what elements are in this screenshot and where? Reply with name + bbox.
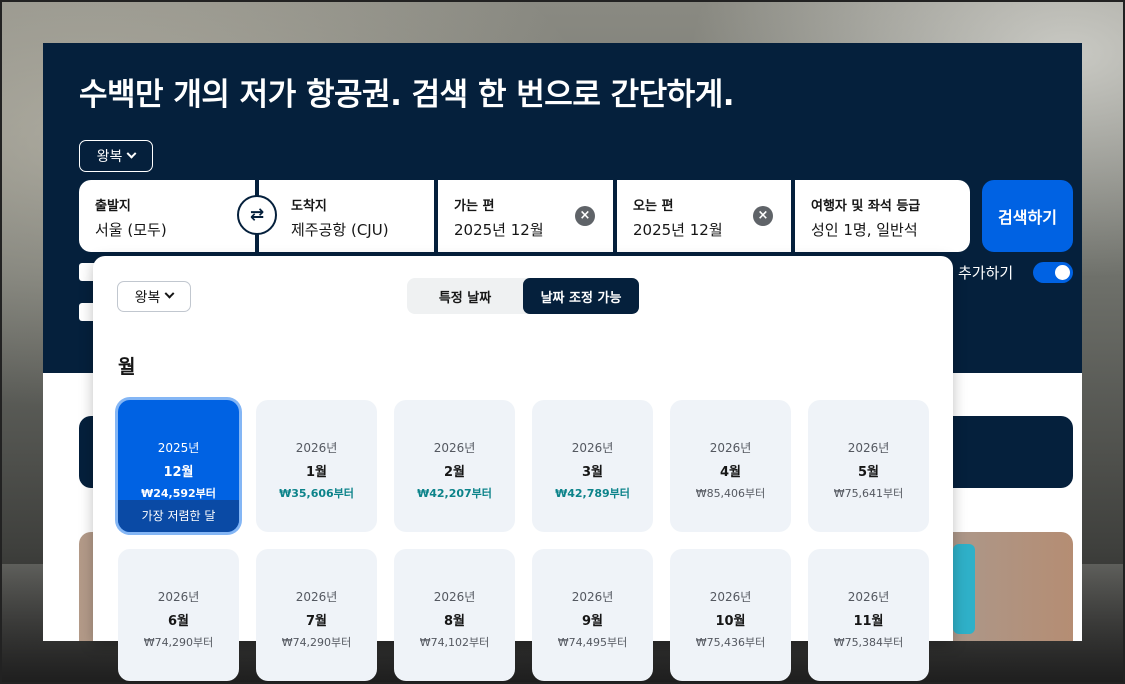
month-card[interactable]: 2026년 8월 ₩74,102부터 [394,549,515,681]
month-card-month: 11월 [853,614,884,629]
add-option-label: 추가하기 [958,264,1014,282]
swap-button[interactable]: ⇄ [237,195,277,235]
destination-label: 도착지 [291,199,327,214]
month-card-year: 2026년 [295,590,338,604]
month-card[interactable]: 2026년 10월 ₩75,436부터 [670,549,791,681]
origin-value: 서울 (모두) [95,221,167,239]
origin-field[interactable]: 출발지 서울 (모두) [79,180,255,252]
month-card-year: 2026년 [709,590,752,604]
cheapest-month-badge: 가장 저렴한 달 [118,500,239,532]
swap-arrows-icon: ⇄ [249,205,265,225]
return-value: 2025년 12월 [633,221,723,239]
date-mode-tabs: 특정 날짜 날짜 조정 가능 [407,278,639,314]
month-card-price: ₩74,495부터 [557,636,628,649]
month-card-month: 3월 [581,465,603,480]
month-card[interactable]: 2026년 3월 ₩42,789부터 [532,400,653,532]
destination-field[interactable]: 도착지 제주공항 (CJU) [259,180,434,252]
month-card-month: 7월 [305,614,327,629]
return-date-field[interactable]: 오는 편 2025년 12월 × [617,180,791,252]
picker-trip-type-label: 왕복 [134,289,161,306]
trip-type-label: 왕복 [96,149,123,165]
month-card-year: 2025년 [157,441,200,455]
month-card-year: 2026년 [709,441,752,455]
month-card-price: ₩75,384부터 [833,636,904,649]
month-card-month: 9월 [581,614,603,629]
chevron-down-icon [126,148,137,159]
close-circle-icon[interactable]: × [575,206,595,226]
month-card-month: 12월 [163,465,194,480]
month-card[interactable]: 2026년 9월 ₩74,495부터 [532,549,653,681]
month-card-year: 2026년 [847,441,890,455]
promo-image-detail [953,544,975,634]
month-card-year: 2026년 [571,441,614,455]
tab-specific-date[interactable]: 특정 날짜 [407,278,523,314]
month-card-month: 1월 [305,465,327,480]
month-card[interactable]: 2026년 1월 ₩35,606부터 [256,400,377,532]
destination-value: 제주공항 (CJU) [291,221,389,239]
travellers-field[interactable]: 여행자 및 좌석 등급 성인 1명, 일반석 [795,180,970,252]
depart-date-field[interactable]: 가는 편 2025년 12월 × [438,180,613,252]
month-card[interactable]: 2026년 4월 ₩85,406부터 [670,400,791,532]
month-card-month: 6월 [167,614,189,629]
month-card-price: ₩74,290부터 [143,636,214,649]
month-card-price: ₩75,641부터 [833,487,904,500]
month-card-month: 4월 [719,465,741,480]
trip-type-dropdown[interactable]: 왕복 [79,140,153,172]
month-card-year: 2026년 [433,590,476,604]
close-circle-icon[interactable]: × [753,206,773,226]
month-card-year: 2026년 [157,590,200,604]
month-card-year: 2026년 [295,441,338,455]
month-card-price: ₩75,436부터 [695,636,766,649]
month-card-price: ₩42,789부터 [555,487,630,500]
month-section-title: 월 [118,356,136,378]
travellers-label: 여행자 및 좌석 등급 [811,199,921,214]
month-card[interactable]: 2025년 12월 ₩24,592부터 가장 저렴한 달 [118,400,239,532]
month-card[interactable]: 2026년 5월 ₩75,641부터 [808,400,929,532]
month-card-price: ₩74,290부터 [281,636,352,649]
month-card-price: ₩42,207부터 [417,487,492,500]
month-card-year: 2026년 [847,590,890,604]
toggle-knob [1055,265,1070,280]
origin-label: 출발지 [95,199,131,214]
month-card-price: ₩24,592부터 [141,487,216,500]
date-picker-popover: 왕복 특정 날짜 날짜 조정 가능 월 2025년 12월 ₩24,592부터 가장 … [93,256,953,681]
chevron-down-icon [164,288,175,299]
page-title: 수백만 개의 저가 항공권. 검색 한 번으로 간단하게. [79,77,735,113]
month-card[interactable]: 2026년 11월 ₩75,384부터 [808,549,929,681]
month-card-month: 10월 [715,614,746,629]
depart-value: 2025년 12월 [454,221,544,239]
search-button[interactable]: 검색하기 [982,180,1073,252]
month-card-price: ₩74,102부터 [419,636,490,649]
month-card-month: 2월 [443,465,465,480]
month-card[interactable]: 2026년 2월 ₩42,207부터 [394,400,515,532]
month-card-year: 2026년 [433,441,476,455]
picker-trip-type-dropdown[interactable]: 왕복 [117,281,191,312]
tab-flexible-date[interactable]: 날짜 조정 가능 [523,278,639,314]
month-card-year: 2026년 [571,590,614,604]
month-card[interactable]: 2026년 6월 ₩74,290부터 [118,549,239,681]
month-card-price: ₩85,406부터 [695,487,766,500]
month-card-price: ₩35,606부터 [279,487,354,500]
month-grid: 2025년 12월 ₩24,592부터 가장 저렴한 달 2026년 1월 ₩35,606부… [118,400,933,681]
month-card-month: 8월 [443,614,465,629]
travellers-value: 성인 1명, 일반석 [811,221,918,239]
month-card[interactable]: 2026년 7월 ₩74,290부터 [256,549,377,681]
toggle-switch[interactable] [1033,262,1073,283]
month-card-month: 5월 [857,465,879,480]
